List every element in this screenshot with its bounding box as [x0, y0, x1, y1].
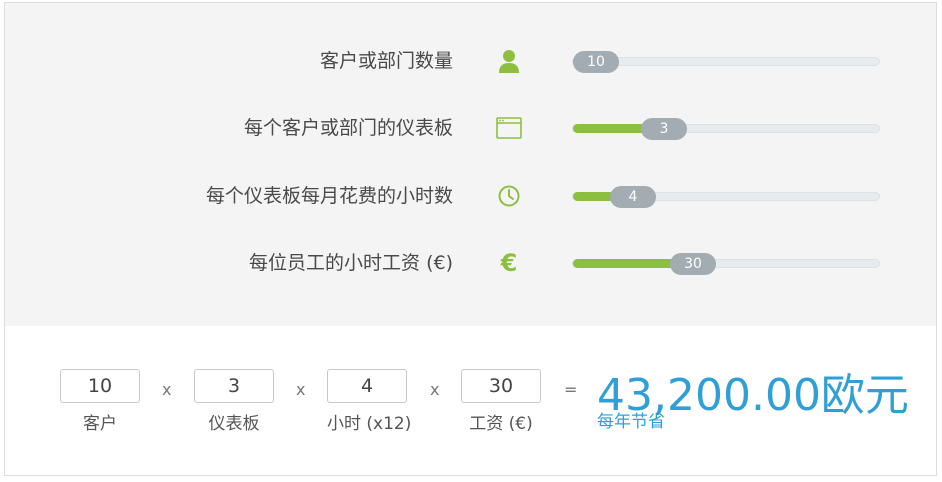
clients-value-box: 10	[60, 369, 140, 403]
hours-value-box: 4	[327, 369, 407, 403]
clients-label: 客户	[83, 414, 117, 434]
wage-label: 工资 (€)	[469, 414, 533, 434]
slider-row-wage: 每位员工的小时工资 (€) € 30	[5, 245, 936, 281]
hours-label: 小时 (x12)	[327, 414, 412, 434]
person-icon	[495, 48, 523, 74]
slider-row-hours: 每个仪表板每月花费的小时数 4	[5, 178, 936, 214]
clients-slider-track[interactable]: 10	[572, 51, 880, 73]
slider-row-dashboards: 每个客户或部门的仪表板 3	[5, 110, 936, 146]
slider-panel: 客户或部门数量 10 每个客户或部门的仪表板 3 每个仪表板每月花费的小时数 4…	[5, 3, 936, 326]
roi-calculator: 客户或部门数量 10 每个客户或部门的仪表板 3 每个仪表板每月花费的小时数 4…	[4, 2, 937, 476]
clock-icon	[495, 183, 523, 209]
hours-slider-track[interactable]: 4	[572, 186, 880, 208]
slider-label: 客户或部门数量	[319, 50, 453, 72]
dashboards-slider-handle[interactable]: 3	[641, 118, 687, 140]
savings-label: 每年节省	[597, 412, 665, 432]
calc-dashboards: 3 仪表板	[194, 369, 274, 434]
slider-row-clients: 客户或部门数量 10	[5, 43, 936, 79]
browser-window-icon	[495, 115, 523, 141]
dashboards-value-box: 3	[194, 369, 274, 403]
clients-slider-handle[interactable]: 10	[573, 51, 619, 73]
calc-wage: 30 工资 (€)	[461, 369, 541, 434]
multiply-sign: x	[430, 380, 440, 399]
calc-hours: 4 小时 (x12)	[327, 369, 412, 434]
multiply-sign: x	[296, 380, 306, 399]
multiply-sign: x	[162, 380, 172, 399]
slider-label: 每个仪表板每月花费的小时数	[205, 185, 453, 207]
wage-slider-track[interactable]: 30	[572, 253, 880, 275]
calc-clients: 10 客户	[60, 369, 140, 434]
hours-slider-handle[interactable]: 4	[610, 186, 656, 208]
wage-value-box: 30	[461, 369, 541, 403]
slider-label: 每个客户或部门的仪表板	[243, 117, 453, 139]
dashboards-slider-track[interactable]: 3	[572, 118, 880, 140]
dashboards-label: 仪表板	[208, 414, 260, 434]
equals-sign: =	[564, 380, 578, 399]
euro-icon: €	[500, 249, 518, 277]
wage-slider-handle[interactable]: 30	[670, 253, 716, 275]
slider-label: 每位员工的小时工资 (€)	[249, 252, 453, 274]
